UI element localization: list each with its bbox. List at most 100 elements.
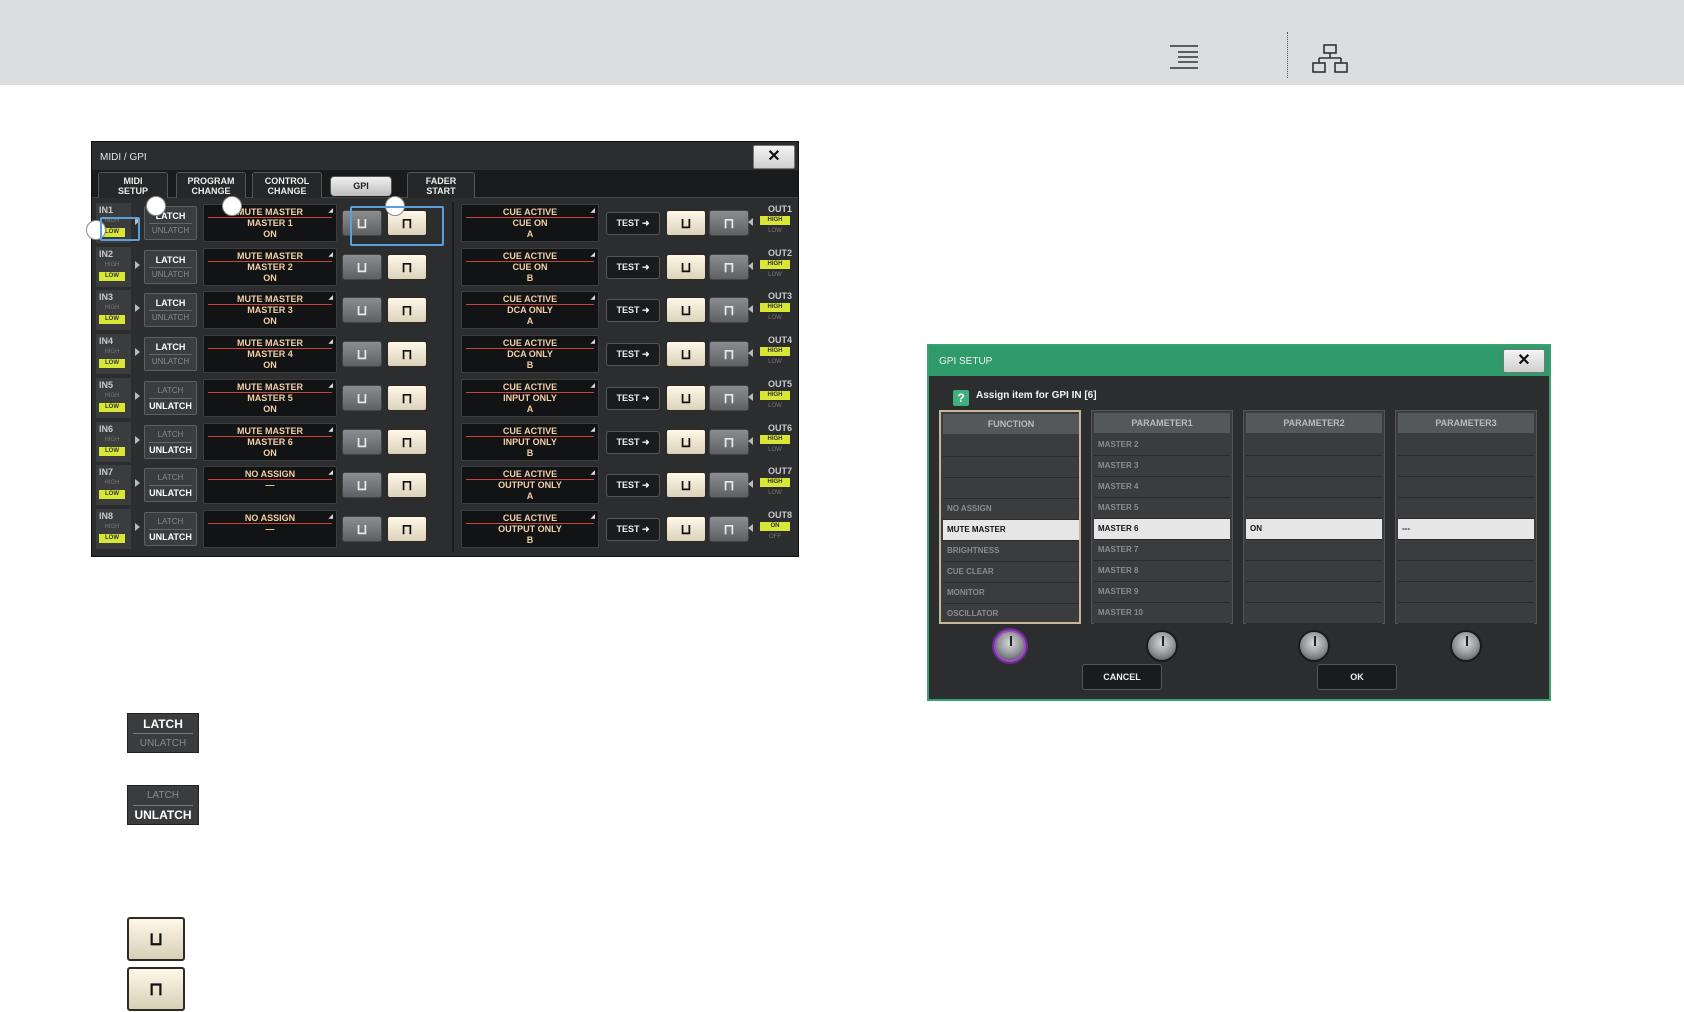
list-item[interactable]: OSCILLATOR — [943, 604, 1079, 625]
list-item[interactable] — [1246, 456, 1382, 477]
rising-edge-button[interactable]: ⊓ — [709, 515, 749, 542]
list-item[interactable]: MASTER 6 — [1094, 519, 1230, 540]
list-item[interactable] — [1398, 498, 1534, 519]
falling-edge-button[interactable]: ⊔ — [342, 297, 382, 324]
tab-midi-setup[interactable]: MIDI SETUP — [98, 172, 168, 198]
latch-button[interactable]: LATCH UNLATCH — [144, 380, 197, 415]
rising-edge-button[interactable]: ⊓ — [387, 297, 427, 324]
falling-edge-button[interactable]: ⊔ — [666, 472, 706, 499]
list-item[interactable]: MASTER 5 — [1094, 498, 1230, 519]
list-item[interactable]: BRIGHTNESS — [943, 541, 1079, 562]
falling-edge-button[interactable]: ⊔ — [666, 297, 706, 324]
falling-edge-button[interactable]: ⊔ — [666, 210, 706, 236]
rising-edge-button[interactable]: ⊓ — [709, 472, 749, 499]
list-item[interactable]: MASTER 7 — [1094, 540, 1230, 561]
rising-edge-button[interactable]: ⊓ — [709, 428, 749, 455]
falling-edge-button[interactable]: ⊔ — [342, 253, 382, 280]
ok-button[interactable]: OK — [1317, 664, 1397, 690]
list-item[interactable] — [943, 478, 1079, 499]
latch-button[interactable]: LATCH UNLATCH — [144, 249, 197, 284]
list-item[interactable] — [1246, 498, 1382, 519]
rising-edge-button[interactable]: ⊓ — [387, 472, 427, 499]
falling-edge-button[interactable]: ⊔ — [666, 428, 706, 455]
gpi-out-assign-button[interactable]: CUE ACTIVE DCA ONLY B ◢ — [461, 335, 599, 374]
gpi-out-assign-button[interactable]: CUE ACTIVE INPUT ONLY A ◢ — [461, 378, 599, 417]
tab-fader-start[interactable]: FADER START — [407, 172, 475, 198]
rising-edge-button[interactable]: ⊓ — [709, 341, 749, 368]
list-item[interactable] — [1246, 582, 1382, 603]
list-item[interactable]: CUE CLEAR — [943, 562, 1079, 583]
list-item[interactable] — [1398, 477, 1534, 498]
rising-edge-button[interactable]: ⊓ — [387, 253, 427, 280]
latch-button[interactable]: LATCH UNLATCH — [144, 468, 197, 503]
latch-button[interactable]: LATCH UNLATCH — [144, 337, 197, 372]
test-button[interactable]: TEST ➜ — [606, 430, 660, 454]
gpi-in-level[interactable]: IN5 HIGH LOW — [96, 377, 131, 418]
knob-icon[interactable] — [1146, 630, 1178, 662]
list-item[interactable]: MUTE MASTER — [943, 520, 1079, 541]
falling-edge-button[interactable]: ⊔ — [666, 253, 706, 280]
gpi-in-level[interactable]: IN3 HIGH LOW — [96, 290, 131, 331]
falling-edge-button[interactable]: ⊔ — [666, 341, 706, 368]
list-item[interactable]: MASTER 8 — [1094, 561, 1230, 582]
gpi-out-assign-button[interactable]: CUE ACTIVE CUE ON B ◢ — [461, 247, 599, 286]
falling-edge-button[interactable]: ⊔ — [342, 341, 382, 368]
latch-button[interactable]: LATCH UNLATCH — [144, 293, 197, 328]
gpi-out-assign-button[interactable]: CUE ACTIVE CUE ON A ◢ — [461, 204, 599, 242]
falling-edge-button[interactable]: ⊔ — [666, 515, 706, 542]
list-item[interactable]: NO ASSIGN — [943, 499, 1079, 520]
rising-edge-button[interactable]: ⊓ — [709, 210, 749, 236]
rising-edge-button[interactable]: ⊓ — [387, 341, 427, 368]
list-item[interactable]: MASTER 3 — [1094, 456, 1230, 477]
dialog-close-button[interactable]: ✕ — [1503, 349, 1545, 373]
cancel-button[interactable]: CANCEL — [1082, 664, 1162, 690]
test-button[interactable]: TEST ➜ — [606, 299, 660, 323]
falling-edge-button[interactable]: ⊔ — [342, 384, 382, 411]
list-item[interactable]: MASTER 9 — [1094, 582, 1230, 603]
knob-icon[interactable] — [994, 630, 1026, 662]
list-item[interactable] — [1398, 540, 1534, 561]
knob-icon[interactable] — [1298, 630, 1330, 662]
gpi-out-assign-button[interactable]: CUE ACTIVE OUTPUT ONLY A ◢ — [461, 466, 599, 505]
rising-edge-button[interactable]: ⊓ — [709, 297, 749, 324]
list-item[interactable]: MONITOR — [943, 583, 1079, 604]
falling-edge-button[interactable]: ⊔ — [666, 384, 706, 411]
test-button[interactable]: TEST ➜ — [606, 255, 660, 279]
tab-program-change[interactable]: PROGRAM CHANGE — [176, 172, 246, 198]
test-button[interactable]: TEST ➜ — [606, 212, 660, 235]
gpi-in-level[interactable]: IN6 HIGH LOW — [96, 421, 131, 462]
gpi-in-level[interactable]: IN4 HIGH LOW — [96, 334, 131, 375]
tab-control-change[interactable]: CONTROL CHANGE — [252, 172, 322, 198]
gpi-in-assign-button[interactable]: MUTE MASTER MASTER 3 ON ◢ — [203, 291, 337, 330]
test-button[interactable]: TEST ➜ — [606, 517, 660, 541]
gpi-in-assign-button[interactable]: MUTE MASTER MASTER 2 ON ◢ — [203, 247, 337, 286]
gpi-in-assign-button[interactable]: MUTE MASTER MASTER 4 ON ◢ — [203, 335, 337, 374]
list-item[interactable] — [1398, 603, 1534, 624]
rising-edge-button[interactable]: ⊓ — [709, 384, 749, 411]
gpi-in-assign-button[interactable]: MUTE MASTER MASTER 5 ON ◢ — [203, 378, 337, 417]
list-item[interactable] — [1398, 435, 1534, 456]
list-item[interactable]: MASTER 4 — [1094, 477, 1230, 498]
list-item[interactable]: --- — [1398, 519, 1534, 540]
list-item[interactable] — [1246, 603, 1382, 624]
gpi-in-level[interactable]: IN2 HIGH LOW — [96, 246, 131, 287]
sitemap-icon[interactable] — [1312, 44, 1348, 74]
knob-icon[interactable] — [1450, 630, 1482, 662]
gpi-in-level[interactable]: IN7 HIGH LOW — [96, 465, 131, 506]
help-icon[interactable]: ? — [953, 390, 969, 406]
rising-edge-button[interactable]: ⊓ — [387, 515, 427, 542]
gpi-in-assign-button[interactable]: NO ASSIGN — ◢ — [203, 509, 337, 548]
list-item[interactable]: MASTER 2 — [1094, 435, 1230, 456]
test-button[interactable]: TEST ➜ — [606, 474, 660, 498]
list-item[interactable] — [1246, 435, 1382, 456]
rising-edge-button[interactable]: ⊓ — [387, 384, 427, 411]
list-item[interactable] — [1246, 540, 1382, 561]
gpi-out-assign-button[interactable]: CUE ACTIVE DCA ONLY A ◢ — [461, 291, 599, 330]
list-item[interactable]: MASTER 10 — [1094, 603, 1230, 624]
gpi-in-assign-button[interactable]: MUTE MASTER MASTER 6 ON ◢ — [203, 422, 337, 461]
tab-gpi[interactable]: GPI — [330, 176, 392, 196]
list-item[interactable] — [1246, 561, 1382, 582]
gpi-in-level[interactable]: IN8 HIGH LOW — [96, 508, 131, 549]
gpi-in-assign-button[interactable]: NO ASSIGN — ◢ — [203, 466, 337, 505]
falling-edge-button[interactable]: ⊔ — [342, 515, 382, 542]
